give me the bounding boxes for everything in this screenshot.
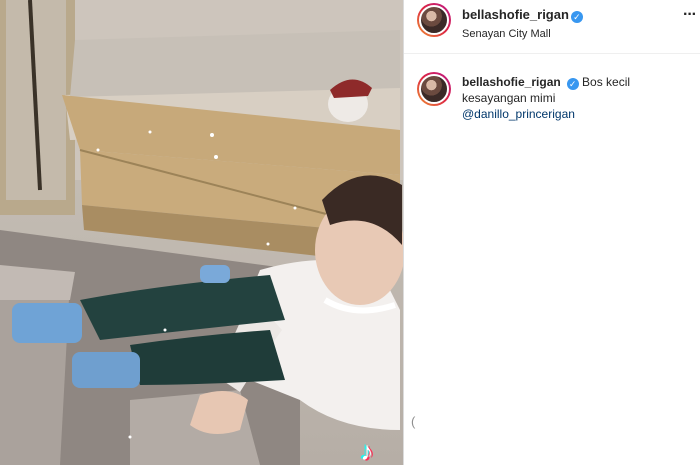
post-side-panel: bellashofie_rigan ✓ Senayan City Mall ···… xyxy=(404,0,700,465)
post-media-video[interactable]: ♪ xyxy=(0,0,403,465)
author-username[interactable]: bellashofie_rigan xyxy=(462,7,569,22)
caption-verified-badge-icon: ✓ xyxy=(566,78,579,90)
tiktok-logo-icon: ♪ xyxy=(360,436,374,465)
more-options-icon[interactable]: ··· xyxy=(683,6,697,24)
author-avatar[interactable] xyxy=(417,3,451,37)
caption-username[interactable]: bellashofie_rigan xyxy=(462,75,561,89)
truncated-panel-text: ( xyxy=(411,414,416,429)
author-block: bellashofie_rigan ✓ Senayan City Mall xyxy=(462,6,583,40)
verified-badge-icon: ✓ xyxy=(570,11,583,23)
caption-mention-link[interactable]: @danillo_princerigan xyxy=(462,106,662,122)
video-frame-scene xyxy=(0,0,403,465)
caption-text-block: bellashofie_rigan ✓ Bos kecil kesayangan … xyxy=(462,74,662,122)
post-location[interactable]: Senayan City Mall xyxy=(462,28,583,40)
caption-author-avatar[interactable] xyxy=(417,72,451,106)
post-header: bellashofie_rigan ✓ Senayan City Mall ··· xyxy=(404,0,700,54)
